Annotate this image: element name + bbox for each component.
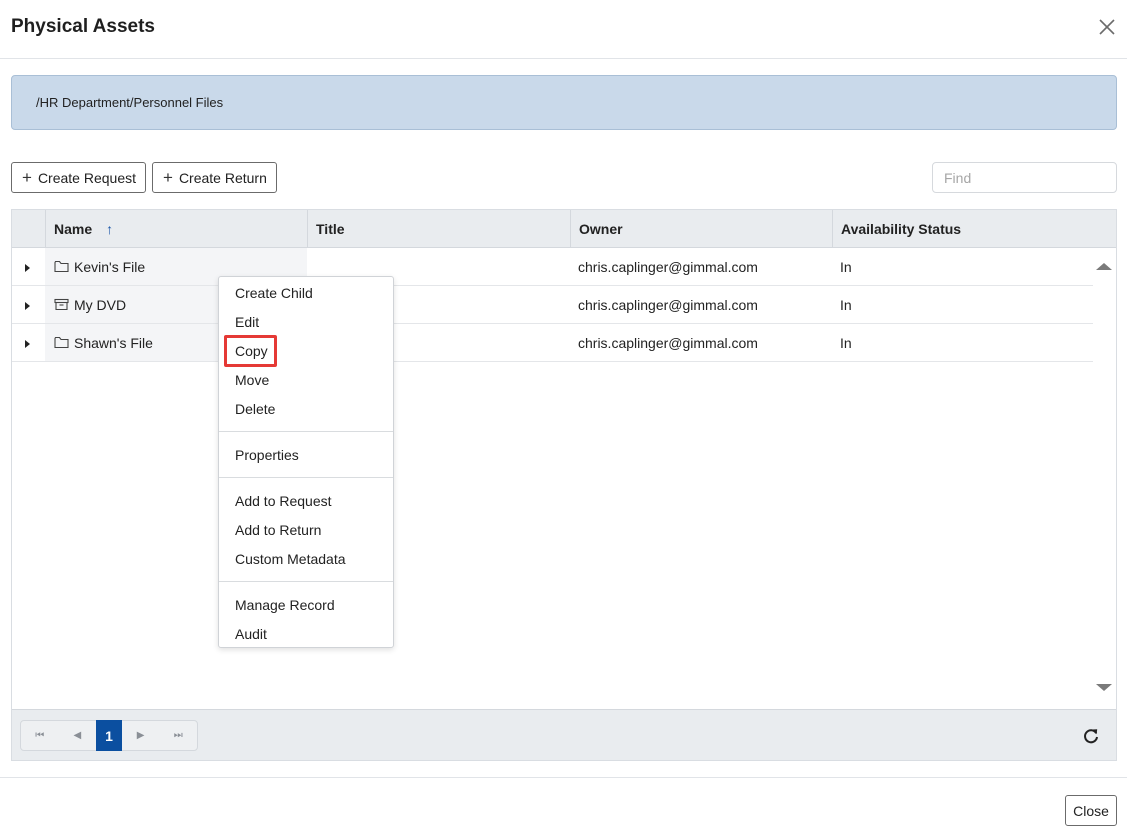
menu-item-add-to-request[interactable]: Add to Request xyxy=(235,493,332,509)
column-header-availability-status[interactable]: Availability Status xyxy=(832,210,1116,247)
column-owner-label: Owner xyxy=(579,220,623,237)
folder-icon xyxy=(54,260,69,273)
column-status-label: Availability Status xyxy=(841,220,962,237)
page-number-button[interactable]: 1 xyxy=(96,720,122,751)
last-page-icon[interactable]: ⏭ xyxy=(159,721,197,750)
expand-arrow-icon[interactable] xyxy=(25,340,30,348)
sort-ascending-icon: ↑ xyxy=(106,220,114,237)
menu-divider xyxy=(219,431,393,432)
physical-assets-dialog: Physical Assets /HR Department/Personnel… xyxy=(0,0,1127,834)
row-name: Kevin's File xyxy=(74,258,146,275)
grid-header: Name ↑ Title Owner Availability Status xyxy=(12,210,1116,248)
menu-item-properties[interactable]: Properties xyxy=(235,447,299,463)
pager: ⏮ ◀ 1 ▶ ⏭ xyxy=(20,720,198,751)
column-header-name[interactable]: Name ↑ xyxy=(45,210,307,247)
owner-cell: chris.caplinger@gimmal.com xyxy=(578,296,758,313)
row-name: My DVD xyxy=(74,296,127,313)
menu-item-manage-record[interactable]: Manage Record xyxy=(235,597,335,613)
menu-item-move[interactable]: Move xyxy=(235,372,269,388)
next-page-icon[interactable]: ▶ xyxy=(122,721,160,750)
create-request-button[interactable]: + Create Request xyxy=(11,162,146,193)
vertical-scrollbar[interactable] xyxy=(1092,248,1116,708)
dialog-header: Physical Assets xyxy=(0,0,1127,59)
close-button[interactable]: Close xyxy=(1065,795,1117,826)
table-row[interactable]: Kevin's File chris.caplinger@gimmal.com … xyxy=(12,248,1093,286)
column-title-label: Title xyxy=(316,220,345,237)
menu-item-edit[interactable]: Edit xyxy=(235,314,259,330)
scroll-down-icon[interactable] xyxy=(1096,684,1112,691)
context-menu: Create Child Edit Copy Move Delete Prope… xyxy=(218,276,394,648)
column-header-title[interactable]: Title xyxy=(307,210,570,247)
menu-item-add-to-return[interactable]: Add to Return xyxy=(235,522,321,538)
refresh-icon[interactable] xyxy=(1081,726,1101,746)
menu-divider xyxy=(219,581,393,582)
table-row[interactable]: Shawn's File chris.caplinger@gimmal.com … xyxy=(12,324,1093,362)
menu-item-audit[interactable]: Audit xyxy=(235,626,267,642)
create-request-label: Create Request xyxy=(37,169,136,186)
column-header-owner[interactable]: Owner xyxy=(570,210,832,247)
dialog-title: Physical Assets xyxy=(11,16,155,37)
close-icon[interactable] xyxy=(1097,17,1117,37)
first-page-icon[interactable]: ⏮ xyxy=(21,721,59,750)
expand-arrow-icon[interactable] xyxy=(25,302,30,310)
column-name-label: Name xyxy=(54,220,93,237)
box-icon xyxy=(54,298,69,311)
scroll-up-icon[interactable] xyxy=(1096,263,1112,270)
menu-item-custom-metadata[interactable]: Custom Metadata xyxy=(235,551,346,567)
menu-divider xyxy=(219,477,393,478)
create-return-button[interactable]: + Create Return xyxy=(152,162,277,193)
menu-item-copy[interactable]: Copy xyxy=(235,343,268,359)
breadcrumb: /HR Department/Personnel Files xyxy=(11,75,1117,130)
pager-bar: ⏮ ◀ 1 ▶ ⏭ xyxy=(12,709,1116,760)
status-cell: In xyxy=(840,296,852,313)
create-return-label: Create Return xyxy=(178,169,267,186)
status-cell: In xyxy=(840,334,852,351)
folder-icon xyxy=(54,336,69,349)
breadcrumb-path: /HR Department/Personnel Files xyxy=(36,95,224,110)
find-input[interactable] xyxy=(932,162,1117,193)
plus-icon: + xyxy=(163,168,173,187)
menu-item-delete[interactable]: Delete xyxy=(235,401,275,417)
expand-arrow-icon[interactable] xyxy=(25,264,30,272)
owner-cell: chris.caplinger@gimmal.com xyxy=(578,334,758,351)
row-name: Shawn's File xyxy=(74,334,153,351)
status-cell: In xyxy=(840,258,852,275)
owner-cell: chris.caplinger@gimmal.com xyxy=(578,258,758,275)
footer-divider xyxy=(0,777,1127,778)
plus-icon: + xyxy=(22,168,32,187)
menu-item-create-child[interactable]: Create Child xyxy=(235,285,313,301)
assets-grid: Name ↑ Title Owner Availability Status K… xyxy=(11,209,1117,761)
table-row[interactable]: My DVD chris.caplinger@gimmal.com In xyxy=(12,286,1093,324)
previous-page-icon[interactable]: ◀ xyxy=(59,721,97,750)
